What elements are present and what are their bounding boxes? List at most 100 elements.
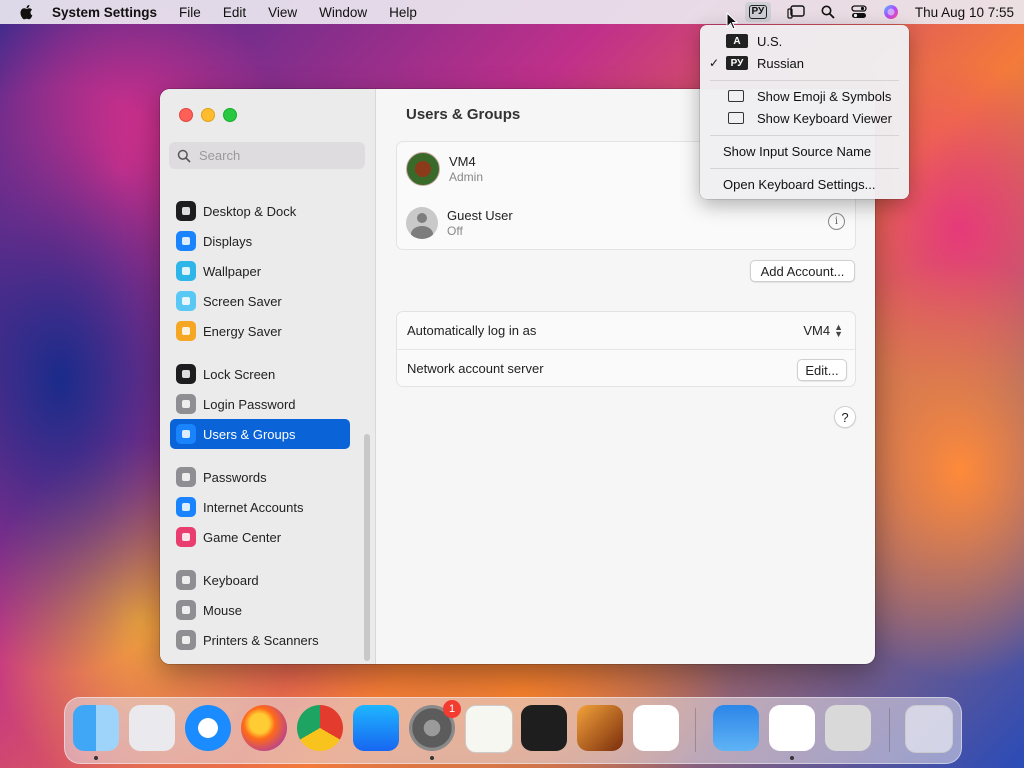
search-icon [177, 149, 191, 163]
help-button[interactable]: ? [834, 406, 856, 428]
icon-glyph [182, 636, 190, 644]
trash-icon[interactable] [905, 705, 953, 753]
sidebar-item-passwords[interactable]: Passwords [170, 462, 350, 492]
sidebar-item-label: Printers & Scanners [203, 632, 319, 648]
screen-icon [176, 291, 196, 311]
info-icon[interactable]: i [828, 213, 845, 230]
sidebar-item-printers-scanners[interactable]: Printers & Scanners [170, 625, 350, 655]
safari-icon[interactable] [185, 705, 231, 751]
garageband-icon[interactable] [577, 705, 623, 751]
auto-login-popup[interactable]: VM4 ▲ ▼ [803, 322, 843, 338]
sidebar-item-lock-screen[interactable]: Lock Screen [170, 359, 350, 389]
sidebar-item-energy-saver[interactable]: Energy Saver [170, 316, 350, 346]
auto-login-label: Automatically log in as [407, 323, 537, 338]
icon-glyph [182, 297, 190, 305]
sidebar-item-displays[interactable]: Displays [170, 226, 350, 256]
menu-window[interactable]: Window [319, 5, 367, 20]
printer-icon [176, 630, 196, 650]
search-input[interactable] [197, 147, 361, 164]
menu-item-emoji[interactable]: Show Emoji & Symbols [700, 85, 909, 107]
sidebar-item-label: Login Password [203, 396, 296, 412]
icon-glyph [182, 207, 190, 215]
menu-item-show-input-source-name[interactable]: Show Input Source Name [700, 140, 909, 162]
close-button[interactable] [179, 108, 193, 122]
login-settings-card: Automatically log in as VM4 ▲ ▼ Network a… [396, 311, 856, 387]
calculator-icon[interactable] [825, 705, 871, 751]
spotlight-icon[interactable] [821, 5, 835, 19]
icon-glyph [182, 606, 190, 614]
sidebar-item-keyboard[interactable]: Keyboard [170, 565, 350, 595]
news-icon[interactable] [769, 705, 815, 751]
edit-button[interactable]: Edit... [797, 359, 847, 381]
sidebar-item-desktop-dock[interactable]: Desktop & Dock [170, 196, 350, 226]
input-source-menu[interactable]: РУ [744, 2, 771, 22]
apple-menu-icon[interactable] [18, 4, 34, 20]
menu-item-keyboard-viewer[interactable]: Show Keyboard Viewer [700, 107, 909, 129]
siri-icon[interactable] [883, 4, 899, 20]
menu-item-label: Show Input Source Name [723, 143, 872, 159]
sidebar-item-login-password[interactable]: Login Password [170, 389, 350, 419]
auto-login-value: VM4 [803, 323, 831, 338]
auto-login-row: Automatically log in as VM4 ▲ ▼ [397, 312, 855, 349]
chrome-icon[interactable] [297, 705, 343, 751]
textedit-icon[interactable] [465, 705, 513, 753]
menu-help[interactable]: Help [389, 5, 417, 20]
menubar-clock[interactable]: Thu Aug 10 7:55 [915, 5, 1014, 20]
menu-separator [710, 168, 899, 169]
user-role: Off [447, 223, 463, 238]
add-account-button[interactable]: Add Account... [750, 260, 855, 282]
at-icon [176, 497, 196, 517]
padlock-icon [176, 394, 196, 414]
guest-avatar-icon [406, 207, 438, 239]
menu-item-us[interactable]: A U.S. [700, 30, 909, 52]
menu-item-open-keyboard-settings[interactable]: Open Keyboard Settings... [700, 173, 909, 195]
sidebar-item-mouse[interactable]: Mouse [170, 595, 350, 625]
zoom-button[interactable] [223, 108, 237, 122]
icon-glyph [182, 576, 190, 584]
icon-glyph [182, 533, 190, 541]
menu-view[interactable]: View [268, 5, 297, 20]
sidebar-group-spacer [170, 552, 350, 565]
minimize-button[interactable] [201, 108, 215, 122]
sidebar-item-users-groups[interactable]: Users & Groups [170, 419, 350, 449]
weather-icon[interactable] [713, 705, 759, 751]
sidebar-item-game-center[interactable]: Game Center [170, 522, 350, 552]
user-row-guest[interactable]: Guest User Off i [397, 196, 855, 250]
stage-manager-icon[interactable] [787, 5, 805, 19]
control-center-icon[interactable] [851, 5, 867, 19]
user-name: Guest User [447, 207, 513, 223]
launchpad-icon[interactable] [129, 705, 175, 751]
sidebar-item-label: Desktop & Dock [203, 203, 297, 219]
window-controls [179, 108, 237, 122]
menu-file[interactable]: File [179, 5, 201, 20]
appstore-icon[interactable] [353, 705, 399, 751]
finder-icon[interactable] [73, 705, 119, 751]
menu-item-label: Show Keyboard Viewer [757, 110, 892, 126]
sidebar-item-label: Displays [203, 233, 253, 249]
running-indicator [94, 756, 98, 760]
user-avatar-football [406, 152, 440, 186]
sidebar-item-screen-saver[interactable]: Screen Saver [170, 286, 350, 316]
user-role: Admin [449, 169, 484, 184]
menu-item-label: U.S. [757, 33, 783, 49]
sidebar-scrollbar[interactable] [364, 434, 370, 661]
menu-item-label: Show Emoji & Symbols [757, 88, 892, 104]
search-field[interactable] [169, 142, 365, 169]
gamecenter-icon [176, 527, 196, 547]
checkmark-icon: ✓ [709, 56, 720, 70]
running-indicator [790, 756, 794, 760]
sidebar-item-label: Mouse [203, 602, 243, 618]
lock-icon [176, 364, 196, 384]
sidebar-item-wallpaper[interactable]: Wallpaper [170, 256, 350, 286]
sidebar-item-internet-accounts[interactable]: Internet Accounts [170, 492, 350, 522]
network-server-row: Network account server Edit... [397, 349, 855, 387]
icon-glyph [182, 267, 190, 275]
app-name-menu[interactable]: System Settings [52, 5, 157, 20]
sidebar-item-label: Users & Groups [203, 426, 296, 442]
menu-edit[interactable]: Edit [223, 5, 246, 20]
firefox-icon[interactable] [241, 705, 287, 751]
menu-item-russian[interactable]: ✓ РУ Russian [700, 52, 909, 74]
terminal-icon[interactable] [521, 705, 567, 751]
settings-icon[interactable]: 1 [409, 700, 461, 751]
vscode-icon[interactable] [633, 705, 679, 751]
